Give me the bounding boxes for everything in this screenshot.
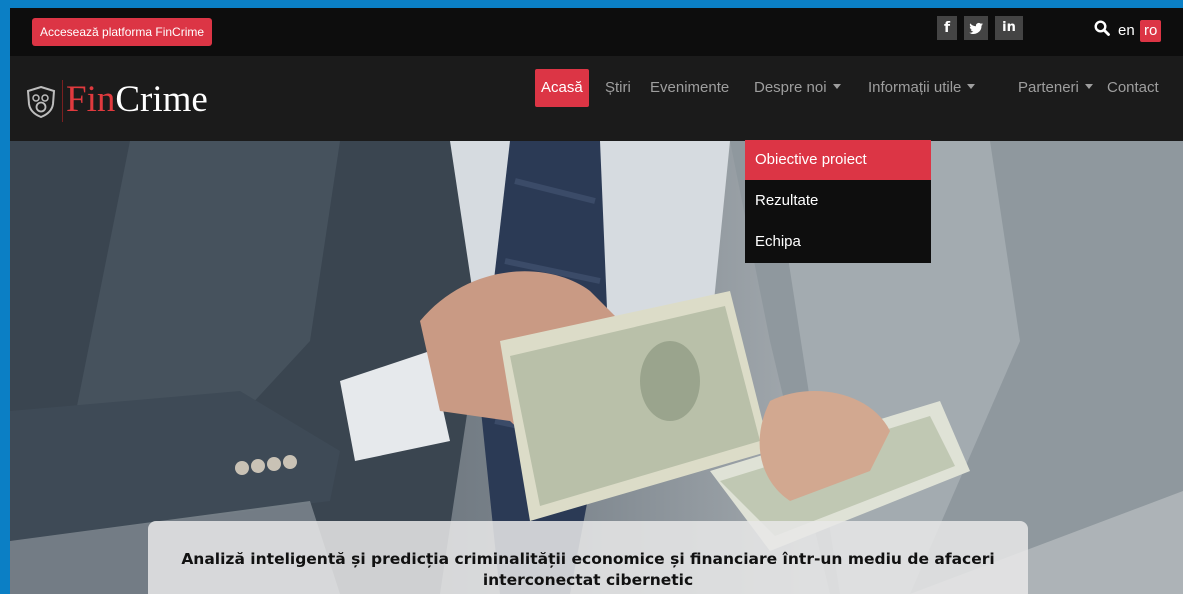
nav-item-label: Informații utile <box>868 79 962 96</box>
dropdown-item-rezultate[interactable]: Rezultate <box>745 181 931 221</box>
hero-caption: Analiză inteligentă și predicția crimina… <box>148 549 1028 591</box>
site-logo[interactable]: FinCrime <box>66 78 208 122</box>
search-icon[interactable] <box>1094 20 1110 36</box>
nav-item-informatii-utile[interactable]: Informații utile <box>868 69 976 107</box>
window-frame-left <box>0 0 10 594</box>
language-en[interactable]: en <box>1114 20 1139 42</box>
nav-item-despre-noi[interactable]: Despre noi <box>754 69 841 107</box>
logo-text-crime: Crime <box>115 79 208 120</box>
nav-item-parteneri[interactable]: Parteneri <box>1018 69 1093 107</box>
logo-divider <box>62 80 63 122</box>
website: Accesează platforma FinCrime f in en ro … <box>10 8 1183 594</box>
nav-item-evenimente[interactable]: Evenimente <box>650 69 729 107</box>
linkedin-icon[interactable]: in <box>995 16 1023 40</box>
despre-noi-dropdown-menu: Obiective proiect Rezultate Echipa <box>745 140 931 263</box>
hero-caption-line2: interconectat cibernetic <box>482 571 694 589</box>
nav-item-label: Parteneri <box>1018 79 1079 96</box>
window-frame-top <box>0 0 1183 8</box>
twitter-icon[interactable] <box>964 16 988 40</box>
caret-down-icon <box>967 84 976 89</box>
caret-down-icon <box>832 84 841 89</box>
nav-item-acasa[interactable]: Acasă <box>535 69 589 107</box>
nav-item-stiri[interactable]: Știri <box>605 69 631 107</box>
dropdown-item-echipa[interactable]: Echipa <box>745 222 931 262</box>
hero-caption-box: Analiză inteligentă și predicția crimina… <box>148 521 1028 594</box>
caret-down-icon <box>1084 84 1093 89</box>
logo-text-fin: Fin <box>66 79 116 120</box>
platform-access-button[interactable]: Accesează platforma FinCrime <box>32 18 213 46</box>
hero-caption-line1: Analiză inteligentă și predicția crimina… <box>181 550 995 568</box>
top-bar: Accesează platforma FinCrime f in en ro <box>10 8 1183 56</box>
language-ro[interactable]: ro <box>1140 20 1162 42</box>
main-navbar: FinCrime Acasă Știri Evenimente Despre n… <box>10 56 1183 141</box>
dropdown-item-obiective-proiect[interactable]: Obiective proiect <box>745 140 931 180</box>
nav-item-label: Despre noi <box>754 79 827 96</box>
shield-crest-icon[interactable] <box>26 86 56 118</box>
facebook-icon[interactable]: f <box>937 16 957 40</box>
nav-item-contact[interactable]: Contact <box>1107 69 1159 107</box>
